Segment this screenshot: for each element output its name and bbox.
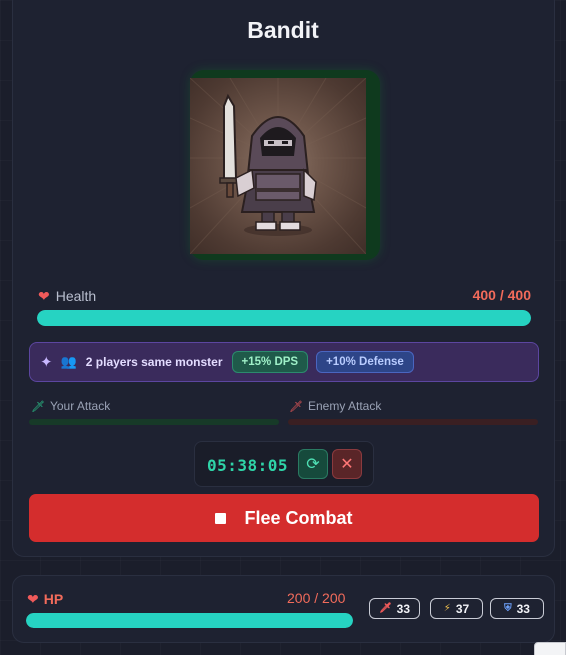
lightning-icon: ⚡ [443,603,451,614]
cancel-button[interactable]: ✕ [332,449,362,479]
attack-icon: 🗡 [289,400,303,413]
health-value: 400 / 400 [472,287,531,303]
attack-icon: 🗡 [31,400,45,413]
monster-health-fill [37,310,531,326]
monster-portrait-frame [190,70,380,260]
speed-stat-value: 37 [455,601,470,616]
attack-stat-chip: 🗡 33 [369,598,420,619]
player-hp-value: 200 / 200 [287,590,346,606]
enemy-attack-bar [288,419,538,425]
attack-icon: 🗡 [378,603,392,614]
players-icon: 👥 [60,354,77,369]
player-hp-bar [26,613,353,628]
health-label: ❤ Health [38,288,96,304]
close-icon: ✕ [340,456,354,473]
flee-combat-label: Flee Combat [244,507,353,528]
shared-monster-banner: ✦ 👥 2 players same monster +15% DPS +10%… [29,342,539,382]
flee-combat-button[interactable]: Flee Combat [29,494,539,542]
corner-tab[interactable] [534,642,566,655]
player-status-card: ❤ HP 200 / 200 🗡 33 ⚡ 37 ⛨ 33 [12,575,555,643]
monster-health-bar [37,310,531,326]
combat-timer: 05:38:05 [207,456,289,475]
enemy-attack-label: 🗡 Enemy Attack [289,399,381,413]
defense-stat-value: 33 [516,601,530,616]
bandit-sprite-icon [190,78,366,254]
bandit-portrait [190,78,366,254]
combat-timer-box: 05:38:05 ⟳ ✕ [194,441,374,487]
defense-bonus-badge: +10% Defense [316,351,414,373]
stop-icon [215,512,227,524]
enemy-attack-text: Enemy Attack [307,399,382,413]
player-hp-fill [26,613,353,628]
your-attack-text: Your Attack [49,399,111,413]
sparkle-icon: ✦ [40,354,53,371]
refresh-icon: ⟳ [306,456,320,473]
player-hp-label: ❤ HP [27,591,63,607]
heart-icon: ❤ [27,591,39,607]
shield-icon: ⛨ [504,603,512,614]
heart-icon: ❤ [38,288,50,304]
refresh-button[interactable]: ⟳ [298,449,328,479]
your-attack-bar [29,419,279,425]
health-label-text: Health [55,288,97,304]
hp-label-text: HP [43,591,64,607]
your-attack-label: 🗡 Your Attack [31,399,110,413]
dps-bonus-badge: +15% DPS [231,351,309,373]
speed-stat-chip: ⚡ 37 [430,598,483,619]
defense-stat-chip: ⛨ 33 [490,598,544,619]
attack-stat-value: 33 [396,601,411,616]
shared-monster-text: 2 players same monster [85,355,223,369]
monster-name: Bandit [247,17,319,43]
